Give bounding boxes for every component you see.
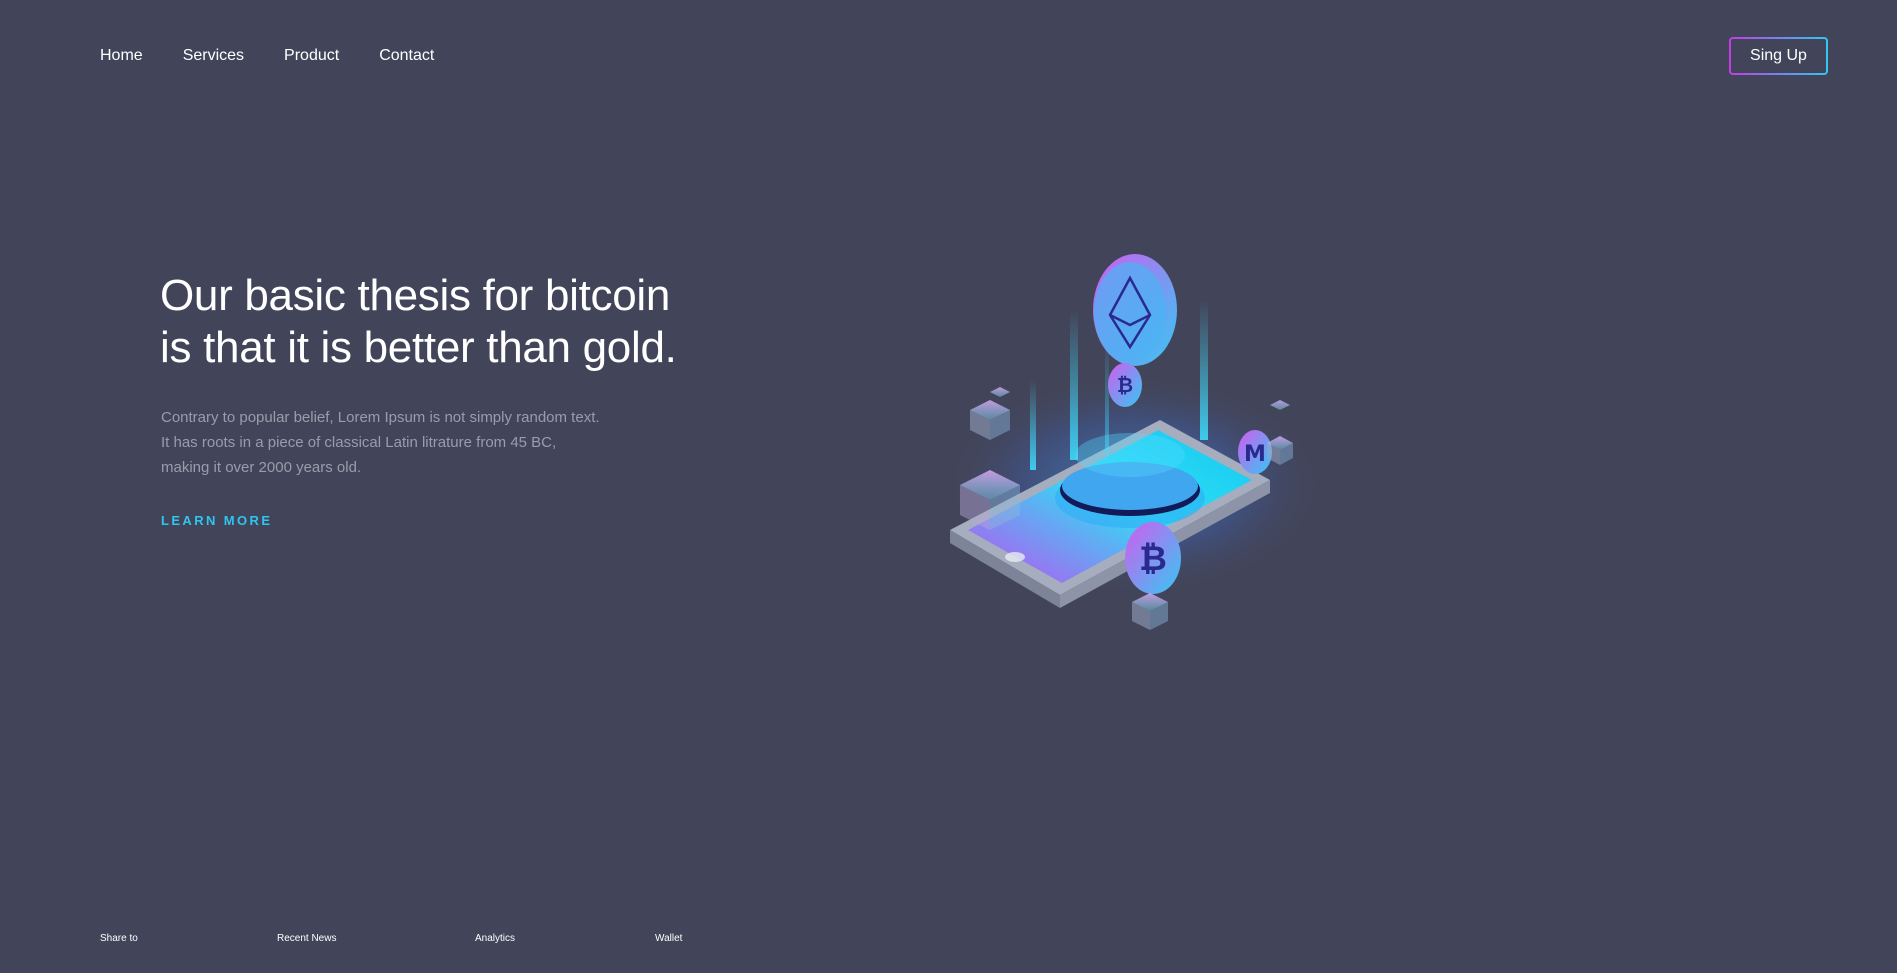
nav-product-link[interactable]: Product (284, 45, 339, 67)
svg-text:M: M (1244, 442, 1266, 467)
bitcoin-icon: ₿ (1125, 522, 1181, 594)
nav-contact-link[interactable]: Contact (379, 45, 434, 67)
hero-title-line2: is that it is better than gold. (160, 323, 677, 372)
footer: Share to Recent News Analytics Wallet (0, 932, 1897, 948)
crypto-phone-illustration: ₿ ₿ M (945, 254, 1325, 630)
footer-analytics-link[interactable]: Analytics (475, 932, 515, 946)
svg-text:₿: ₿ (1139, 539, 1167, 579)
nav-home-link[interactable]: Home (100, 45, 143, 67)
footer-share-link[interactable]: Share to (100, 932, 138, 946)
bitcoin-icon: ₿ (1108, 363, 1142, 407)
landing-page: Home Services Product Contact Sing Up Ou… (0, 0, 1897, 973)
footer-recent-news-link[interactable]: Recent News (277, 932, 336, 946)
signup-button[interactable]: Sing Up (1729, 37, 1828, 75)
monero-icon: M (1238, 430, 1272, 474)
learn-more-link[interactable]: LEARN MORE (161, 513, 272, 528)
hero-title-line1: Our basic thesis for bitcoin (160, 271, 671, 320)
hero-description: Contrary to popular belief, Lorem Ipsum … (161, 409, 600, 476)
ethereum-icon (1093, 254, 1177, 366)
main-nav: Home Services Product Contact (100, 45, 474, 67)
nav-services-link[interactable]: Services (183, 45, 244, 67)
svg-text:₿: ₿ (1117, 373, 1133, 397)
hero-title: Our basic thesis for bitcoin is that it … (160, 270, 720, 374)
footer-wallet-link[interactable]: Wallet (655, 932, 682, 946)
